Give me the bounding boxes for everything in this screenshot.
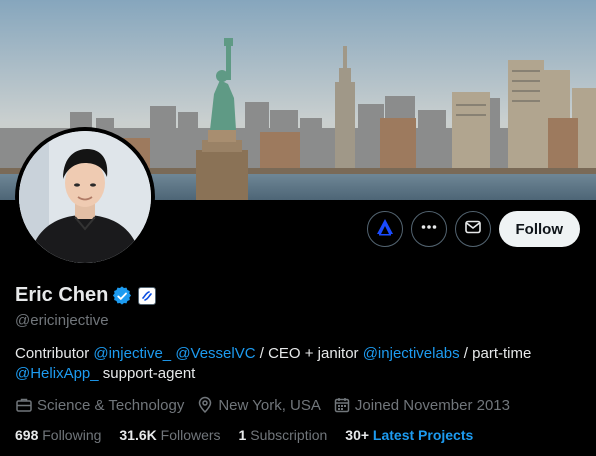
grok-logo-icon — [375, 217, 395, 242]
joined-item: Joined November 2013 — [333, 396, 510, 414]
profile-meta: Science & Technology New York, USA Joine… — [15, 396, 510, 414]
more-icon — [420, 218, 438, 241]
subscription-link[interactable]: 1 Subscription — [239, 427, 328, 443]
bio-text: support-agent — [98, 365, 196, 382]
name-row: Eric Chen — [15, 284, 157, 307]
briefcase-icon — [15, 396, 33, 414]
subscription-label: Subscription — [246, 427, 328, 443]
projects-label: Latest Projects — [372, 427, 474, 443]
location-label: New York, USA — [218, 396, 321, 414]
profile-stats: 698 Following 31.6K Followers 1 Subscrip… — [15, 427, 473, 443]
mail-icon — [464, 218, 482, 241]
calendar-icon — [333, 396, 351, 414]
avatar-photo — [19, 131, 151, 263]
latest-projects-link[interactable]: 30+ Latest Projects — [345, 427, 473, 443]
followers-count: 31.6K — [119, 427, 157, 443]
profile-actions: Follow — [366, 211, 580, 247]
location-item: New York, USA — [196, 396, 321, 414]
bio-text: Contributor — [15, 345, 94, 362]
projects-count: 30+ — [345, 427, 370, 443]
joined-label: Joined November 2013 — [354, 396, 510, 414]
affiliate-badge-icon[interactable] — [138, 286, 157, 305]
display-name: Eric Chen — [15, 284, 109, 306]
bio-text: / part-time — [459, 345, 532, 362]
following-link[interactable]: 698 Following — [15, 427, 101, 443]
more-button[interactable] — [410, 211, 447, 247]
profile-avatar[interactable] — [15, 127, 155, 267]
mention-link[interactable]: @HelixApp_ — [15, 365, 99, 382]
grok-button[interactable] — [366, 211, 403, 247]
mention-link[interactable]: @VesselVC — [175, 345, 255, 362]
category-label: Science & Technology — [37, 396, 185, 414]
mention-link[interactable]: @injective_ — [93, 345, 171, 362]
location-icon — [196, 396, 214, 414]
category-item: Science & Technology — [15, 396, 184, 414]
mention-link[interactable]: @injectivelabs — [363, 345, 460, 362]
verified-badge-icon[interactable] — [112, 285, 132, 306]
followers-link[interactable]: 31.6K Followers — [119, 427, 220, 443]
username-handle: @ericinjective — [15, 312, 109, 329]
message-button[interactable] — [454, 211, 491, 247]
followers-label: Followers — [156, 427, 221, 443]
following-count: 698 — [15, 427, 39, 443]
profile-bio: Contributor @injective_ @VesselVC / CEO … — [15, 344, 575, 384]
bio-text: / CEO + janitor — [255, 345, 363, 362]
follow-button[interactable]: Follow — [498, 211, 580, 247]
following-label: Following — [38, 427, 102, 443]
